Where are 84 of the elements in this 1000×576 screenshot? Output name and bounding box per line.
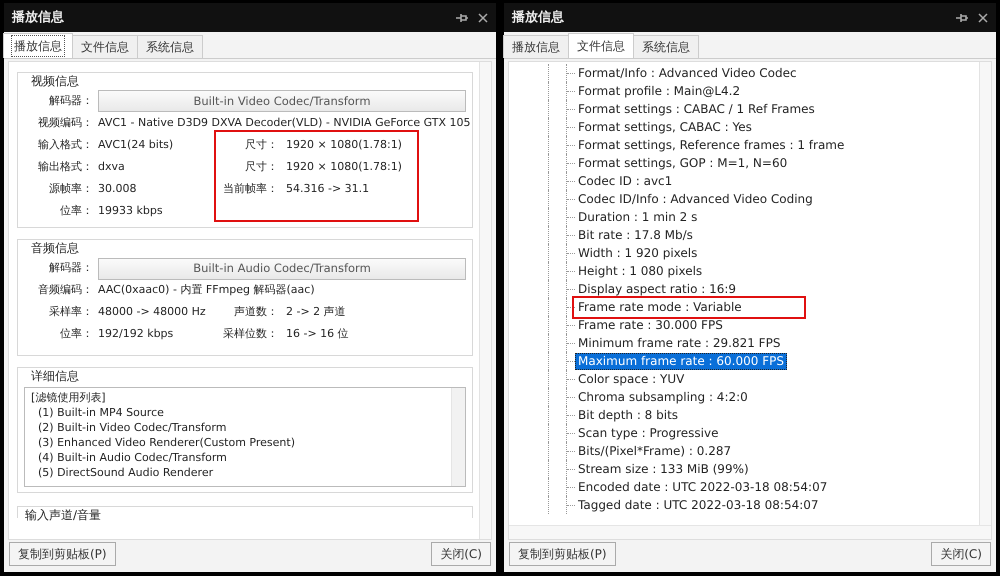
tree-item[interactable]: Stream size : 133 MiB (99%) [575, 460, 752, 478]
field-value: 1920 × 1080(1.78:1) [286, 137, 402, 153]
close-icon[interactable] [478, 12, 488, 22]
tree-item[interactable]: Height : 1 080 pixels [575, 262, 706, 280]
field-value: 192/192 kbps [98, 326, 174, 342]
tree-item[interactable]: Format/Info : Advanced Video Codec [575, 64, 800, 82]
tree-item[interactable]: Encoded date : UTC 2022-03-18 08:54:07 [575, 478, 830, 496]
field-value: 16 -> 16 位 [286, 326, 349, 342]
pin-icon[interactable] [456, 12, 468, 22]
tree-item[interactable]: Format settings, CABAC : Yes [575, 118, 755, 136]
close-icon[interactable] [978, 12, 988, 22]
tab[interactable]: 播放信息 [3, 33, 73, 58]
field-label: 输入格式： [37, 137, 94, 153]
tree-item[interactable]: Format profile : Main@L4.2 [575, 82, 744, 100]
field-label: 音频编码： [37, 282, 94, 298]
field-label: 输出格式： [37, 159, 94, 175]
field-label: 尺寸： [244, 159, 279, 175]
field-label: 声道数： [233, 304, 279, 320]
window-title: 播放信息 [512, 8, 565, 27]
scrollbar[interactable] [509, 525, 991, 539]
field-value: 54.316 -> 31.1 [286, 181, 370, 197]
tree-item[interactable]: Frame rate : 30.000 FPS [575, 316, 726, 334]
group-title: 音频信息 [28, 240, 82, 256]
tree-item[interactable]: Format settings, GOP : M=1, N=60 [575, 154, 790, 172]
tab[interactable]: 系统信息 [137, 35, 203, 58]
tree-item[interactable]: Codec ID : avc1 [575, 172, 676, 190]
footer-button[interactable]: 复制到剪贴板(P) [509, 542, 616, 566]
tree-item[interactable]: Bits/(Pixel*Frame) : 0.287 [575, 442, 734, 460]
field-value: 30.008 [98, 181, 136, 197]
tree-item[interactable]: Frame rate mode : Variable [575, 298, 803, 316]
field-label: 解码器： [48, 93, 94, 109]
text-line: [滤镜使用列表] [31, 390, 107, 405]
field-value: 48000 -> 48000 Hz [98, 304, 206, 320]
pin-icon[interactable] [956, 12, 968, 22]
field-label: 采样率： [48, 304, 94, 320]
tree-item[interactable]: Minimum frame rate : 29.821 FPS [575, 334, 784, 352]
tree-item[interactable]: Format settings, Reference frames : 1 frame [575, 136, 848, 154]
field-value: 19933 kbps [98, 203, 163, 219]
field-label: 视频编码： [37, 115, 94, 131]
scrollbar[interactable] [451, 388, 465, 486]
field-label: 源帧率： [48, 181, 94, 197]
tree-item[interactable]: Bit depth : 8 bits [575, 406, 682, 424]
group-title: 详细信息 [28, 368, 82, 384]
text-line: (1) Built-in MP4 Source [36, 404, 165, 420]
text-area[interactable]: [滤镜使用列表] (1) Built-in MP4 Source (2) Built-in Video Codec/Transform (3) Enhanced Video Renderer(Custom Present) (4) Built-in Audio Codec/Transform (5) DirectSound Audio Renderer [24, 386, 466, 487]
tree-item[interactable]: Scan type : Progressive [575, 424, 722, 442]
field-label: 解码器： [48, 260, 94, 276]
field-value: 2 -> 2 声道 [286, 304, 346, 320]
tree-item[interactable]: Bit rate : 17.8 Mb/s [575, 226, 696, 244]
footer-button[interactable]: 关闭(C) [431, 542, 491, 566]
decoder-button[interactable]: Built-in Video Codec/Transform [98, 90, 466, 112]
decoder-button[interactable]: Built-in Audio Codec/Transform [98, 258, 466, 280]
group-title: 视频信息 [28, 73, 82, 89]
field-value: 1920 × 1080(1.78:1) [286, 159, 402, 175]
tab[interactable]: 系统信息 [633, 35, 699, 58]
footer-button[interactable]: 复制到剪贴板(P) [9, 542, 116, 566]
field-label: 当前帧率： [222, 181, 279, 197]
tree-item[interactable]: Codec ID/Info : Advanced Video Coding [575, 190, 816, 208]
text-line: (3) Enhanced Video Renderer(Custom Present) [36, 434, 296, 450]
tree-item[interactable]: Duration : 1 min 2 s [575, 208, 700, 226]
tree-item[interactable]: Maximum frame rate : 60.000 FPS [575, 352, 787, 370]
tree-item[interactable]: Color space : YUV [575, 370, 688, 388]
text-line: (2) Built-in Video Codec/Transform [36, 420, 228, 435]
window-title: 播放信息 [12, 8, 65, 27]
tree-item[interactable]: Tagged date : UTC 2022-03-18 08:54:07 [575, 496, 822, 514]
tree-item[interactable]: Display aspect ratio : 16:9 [575, 280, 740, 298]
field-label: 尺寸： [244, 137, 279, 153]
field-value: AAC(0xaac0) - 内置 FFmpeg 解码器(aac) [98, 282, 315, 298]
field-value: dxva [98, 159, 125, 175]
field-value: AVC1 - Native D3D9 DXVA Decoder(VLD) - NVIDIA GeForce GTX 105 [98, 115, 471, 131]
tree-item[interactable]: Format settings : CABAC / 1 Ref Frames [575, 100, 818, 118]
scrollbar[interactable] [479, 62, 491, 539]
tree-item[interactable]: Width : 1 920 pixels [575, 244, 700, 262]
text-line: (4) Built-in Audio Codec/Transform [36, 450, 228, 465]
field-value: AVC1(24 bits) [98, 137, 174, 153]
field-label: 采样位数： [222, 326, 279, 342]
scrollbar[interactable] [979, 62, 991, 525]
field-label: 位率： [59, 326, 94, 342]
tab[interactable]: 播放信息 [503, 35, 569, 58]
text-line: (5) DirectSound Audio Renderer [36, 464, 214, 480]
footer-button[interactable]: 关闭(C) [931, 542, 991, 566]
tab[interactable]: 文件信息 [568, 33, 634, 58]
tree-item[interactable]: Chroma subsampling : 4:2:0 [575, 388, 751, 406]
field-label: 位率： [59, 203, 94, 219]
